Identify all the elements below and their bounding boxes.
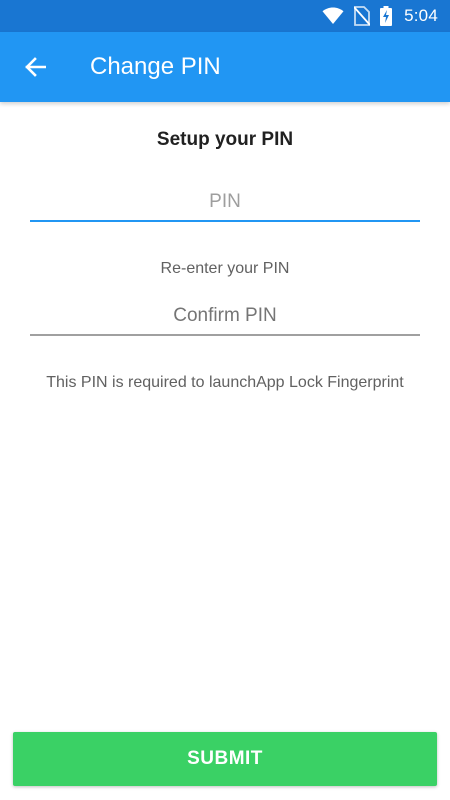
setup-heading: Setup your PIN	[156, 129, 294, 150]
battery-charging-icon	[380, 6, 393, 26]
status-icons: 5:04	[322, 6, 438, 26]
arrow-back-icon	[24, 56, 46, 78]
page-title: Change PIN	[90, 53, 221, 80]
wifi-icon	[322, 7, 344, 25]
change-pin-screen: 5:04 Change PIN Setup your PIN Re-enter …	[0, 0, 450, 800]
confirm-pin-input[interactable]	[30, 296, 420, 336]
status-time: 5:04	[404, 6, 438, 25]
reenter-label: Re-enter your PIN	[160, 260, 290, 277]
submit-button[interactable]: SUBMIT	[13, 732, 437, 786]
app-bar: Change PIN	[0, 32, 450, 102]
back-button[interactable]	[0, 32, 70, 102]
pin-input[interactable]	[30, 182, 420, 222]
confirm-pin-underline	[30, 334, 420, 336]
info-text: This PIN is required to launchApp Lock F…	[46, 374, 404, 391]
pin-field	[30, 182, 420, 222]
pin-underline	[30, 220, 420, 222]
status-bar: 5:04	[0, 0, 450, 32]
confirm-pin-field	[30, 296, 420, 336]
no-sim-icon	[354, 6, 371, 26]
